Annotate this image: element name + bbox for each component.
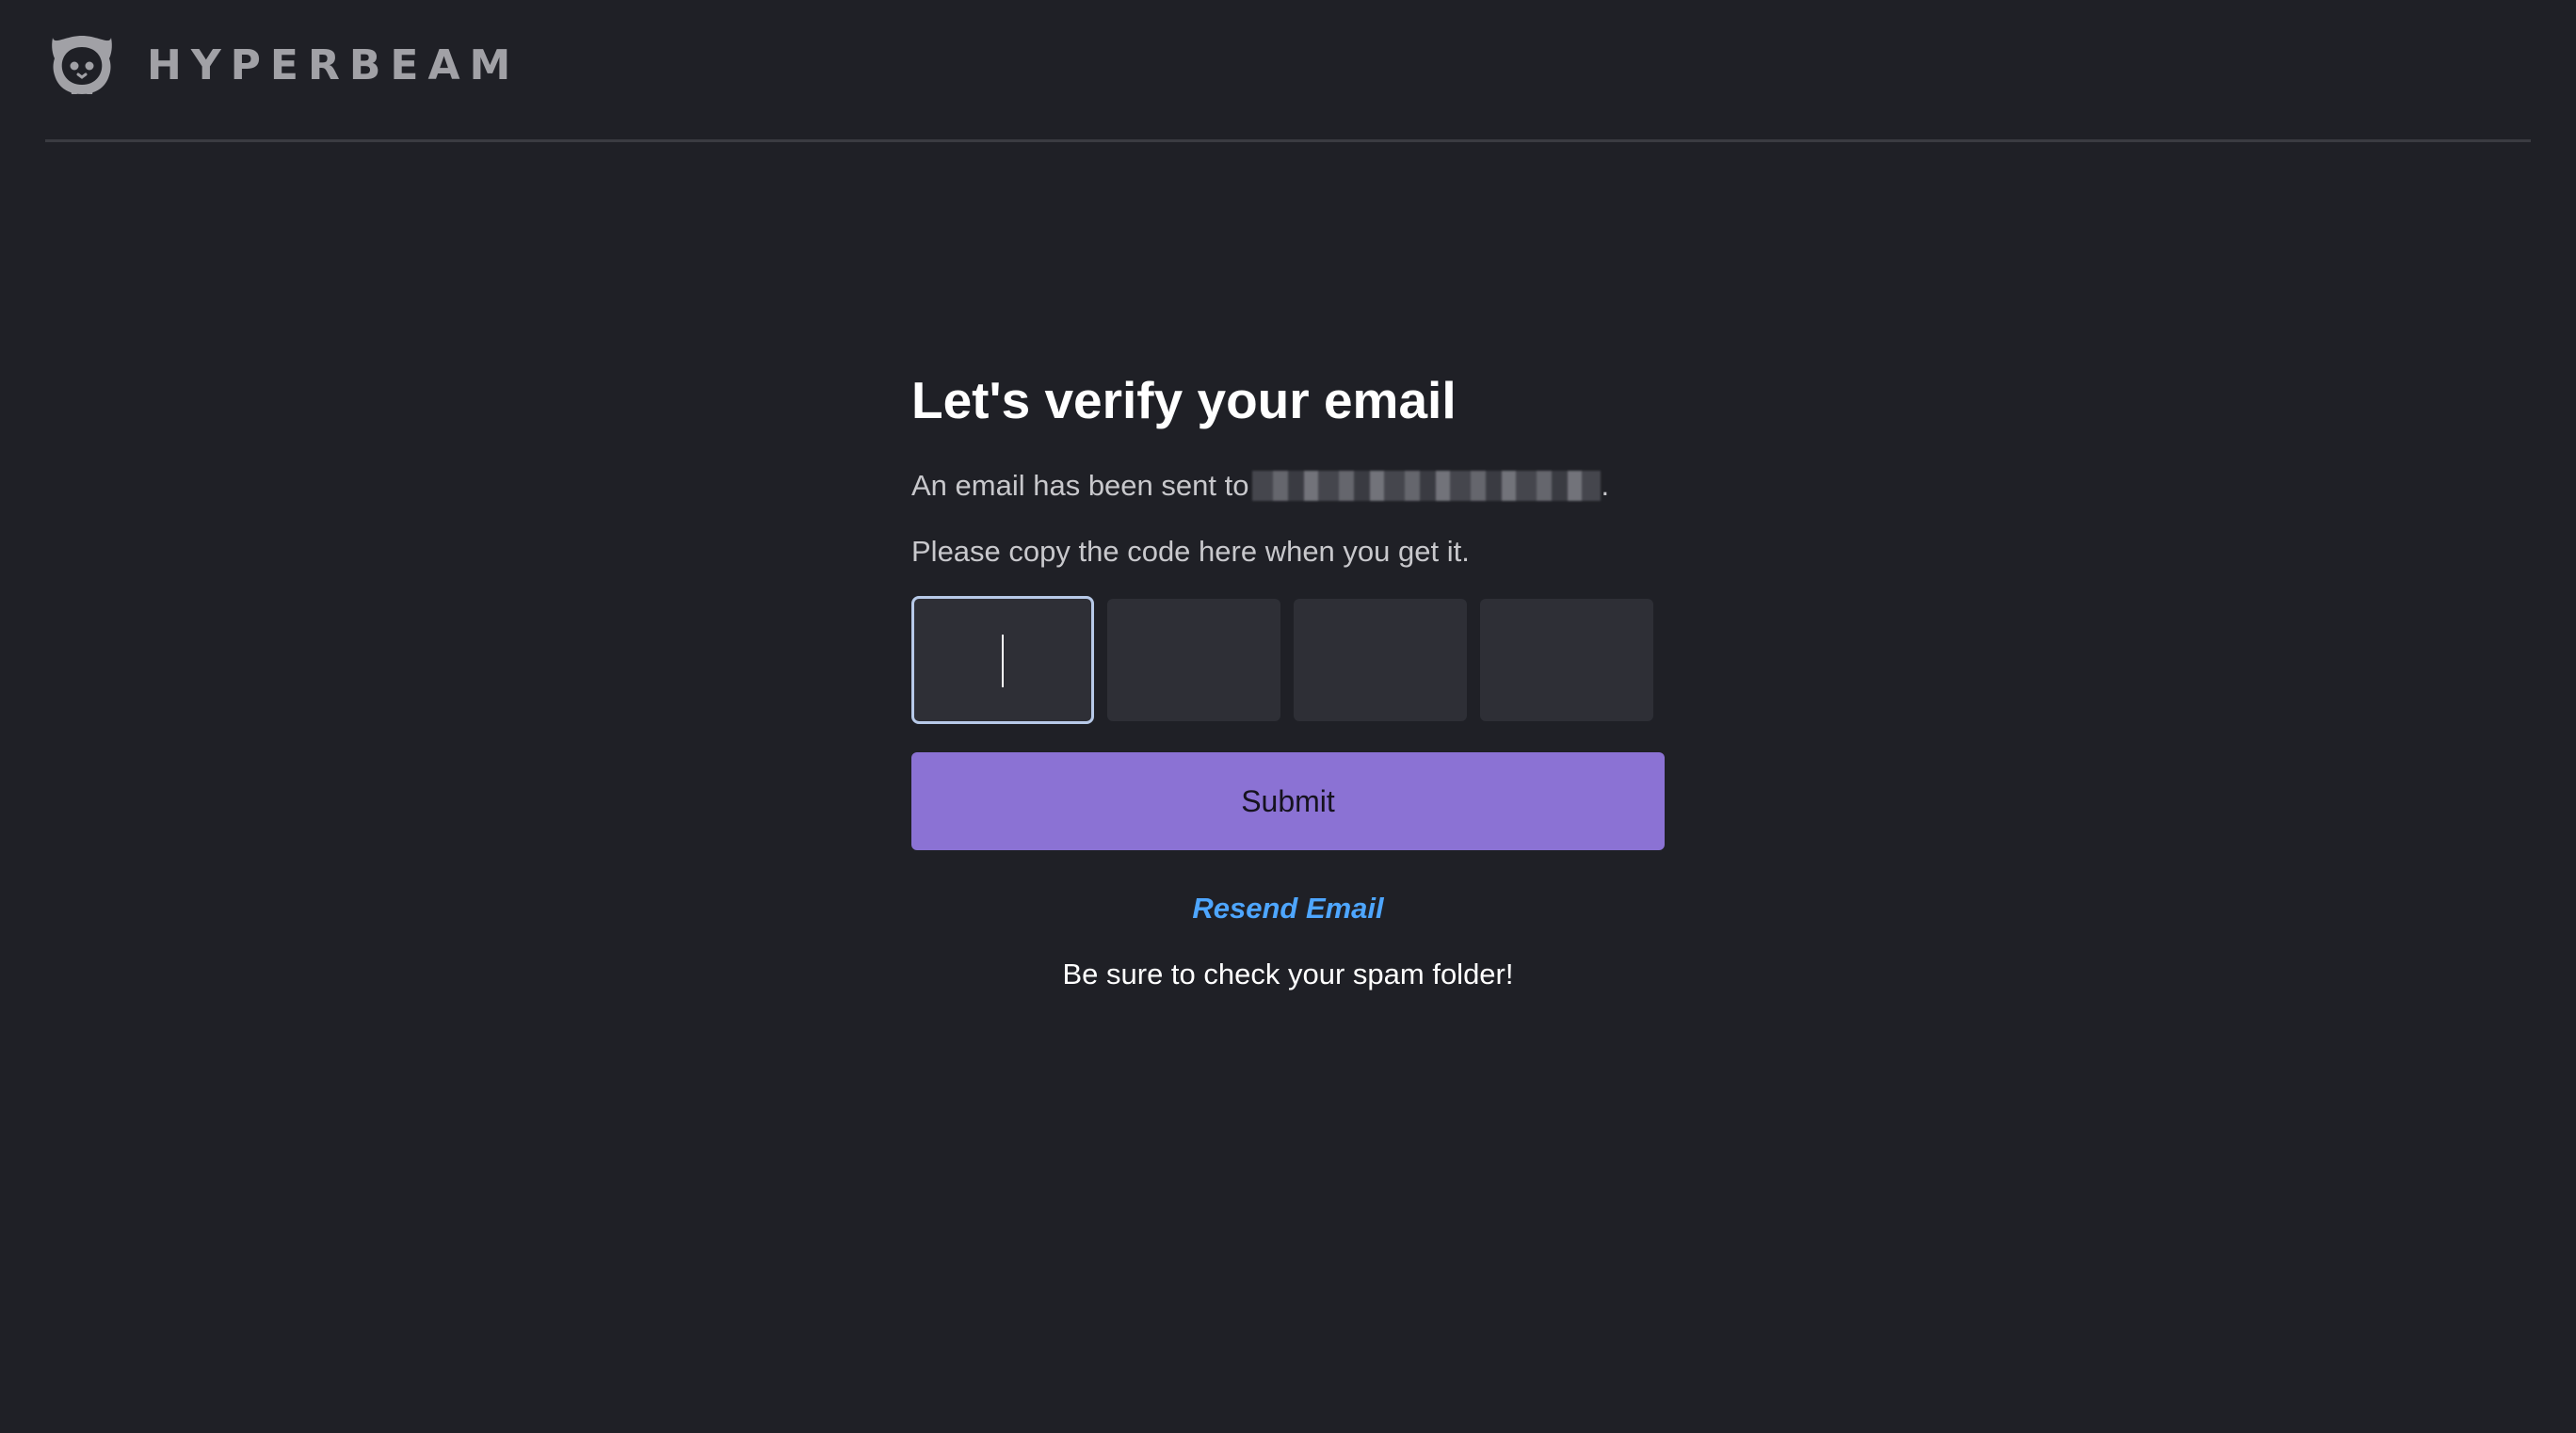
- redacted-email-address: [1252, 471, 1602, 501]
- verify-email-card: Let's verify your email An email has bee…: [911, 358, 1665, 993]
- text-caret: [1002, 635, 1004, 687]
- code-digit-1-input[interactable]: [911, 596, 1094, 724]
- cat-face-icon: [52, 36, 112, 94]
- email-sent-prefix: An email has been sent to: [911, 469, 1249, 502]
- brand-logo[interactable]: HYPERBEAM: [49, 32, 520, 98]
- code-digit-4-input[interactable]: [1480, 599, 1653, 721]
- code-input-group: [911, 596, 1665, 724]
- code-digit-2-input[interactable]: [1107, 599, 1280, 721]
- code-instruction: Please copy the code here when you get i…: [911, 535, 1470, 568]
- submit-button[interactable]: Submit: [911, 752, 1665, 850]
- page-title: Let's verify your email: [911, 371, 1457, 429]
- brand-name: HYPERBEAM: [147, 40, 521, 89]
- spam-folder-hint: Be sure to check your spam folder!: [1062, 958, 1514, 990]
- header-divider: [45, 139, 2531, 142]
- resend-email-link[interactable]: Resend Email: [911, 890, 1665, 927]
- top-header: HYPERBEAM: [0, 0, 2576, 139]
- code-digit-3-input[interactable]: [1294, 599, 1467, 721]
- email-sent-suffix: .: [1601, 469, 1610, 502]
- email-sent-message: An email has been sent to .: [911, 465, 1665, 507]
